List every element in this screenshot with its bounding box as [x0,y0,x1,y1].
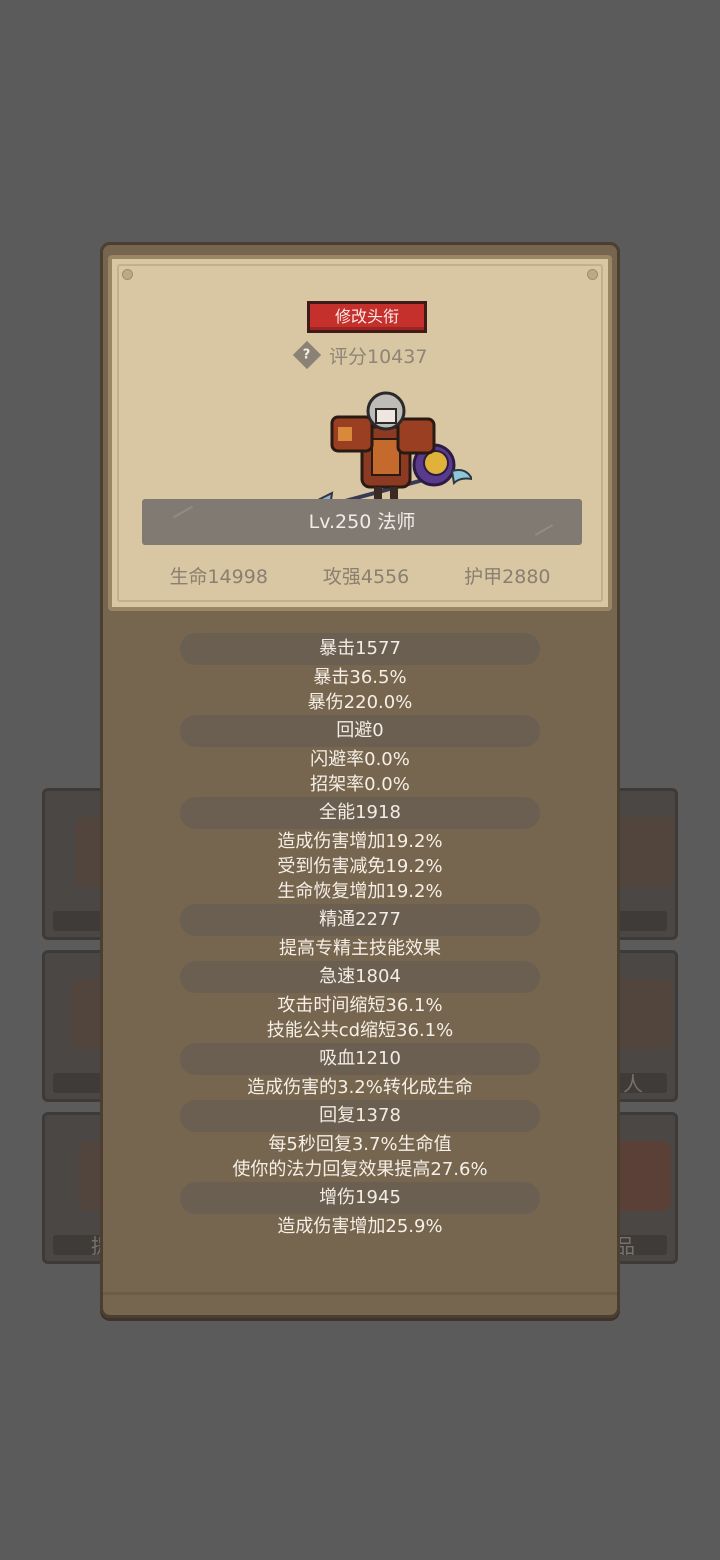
level-class-bar: Lv.250 法师 [142,499,582,545]
stat-line: 每5秒回复3.7%生命值 [268,1134,452,1155]
stat-line: 使你的法力回复效果提高27.6% [232,1159,488,1180]
stat-line: 暴击36.5% [313,667,407,688]
stat-group-title: 增伤1945 [180,1182,540,1214]
rivet-icon [587,269,598,280]
stat-line: 招架率0.0% [310,774,410,795]
stat-group-title: 回复1378 [180,1100,540,1132]
stat-line: 造成伤害增加25.9% [277,1216,443,1237]
stat-group-title: 暴击1577 [180,633,540,665]
stat-group-title: 精通2277 [180,904,540,936]
stat-line: 攻击时间缩短36.1% [277,995,443,1016]
change-title-button[interactable]: 修改头衔 [307,301,427,333]
stat-line: 提高专精主技能效果 [279,938,441,959]
stat-line: 造成伤害增加19.2% [277,831,443,852]
hp-stat: 生命14998 [169,565,268,588]
core-stats-row: 生命14998 攻强4556 护甲2880 [112,559,608,591]
stat-details-list: 暴击1577 暴击36.5% 暴伤220.0% 回避0 闪避率0.0% 招架率0… [103,633,617,1239]
stat-line: 受到伤害减免19.2% [277,856,443,877]
stat-line: 生命恢复增加19.2% [277,881,443,902]
stat-group-title: 回避0 [180,715,540,747]
stat-line: 闪避率0.0% [310,749,410,770]
stat-group-title: 全能1918 [180,797,540,829]
character-stats-panel: 修改头衔 ? 评分10437 Lv.250 法师 生命14998 攻强4556 … [100,242,620,1318]
score-text: 评分10437 [329,345,428,368]
help-icon[interactable]: ? [292,340,322,370]
score-row: ? 评分10437 [292,340,428,370]
stat-line: 造成伤害的3.2%转化成生命 [247,1077,473,1098]
bg-card-ghost-label: 人 [623,1072,643,1096]
armor-stat: 护甲2880 [464,565,551,588]
stat-group-title: 吸血1210 [180,1043,540,1075]
character-profile-card: 修改头衔 ? 评分10437 Lv.250 法师 生命14998 攻强4556 … [108,255,612,611]
stat-group-title: 急速1804 [180,961,540,993]
level-class-text: Lv.250 法师 [308,511,416,533]
stat-line: 暴伤220.0% [307,692,413,713]
stat-line: 技能公共cd缩短36.1% [266,1020,454,1041]
attack-stat: 攻强4556 [322,565,410,588]
rivet-icon [122,269,133,280]
